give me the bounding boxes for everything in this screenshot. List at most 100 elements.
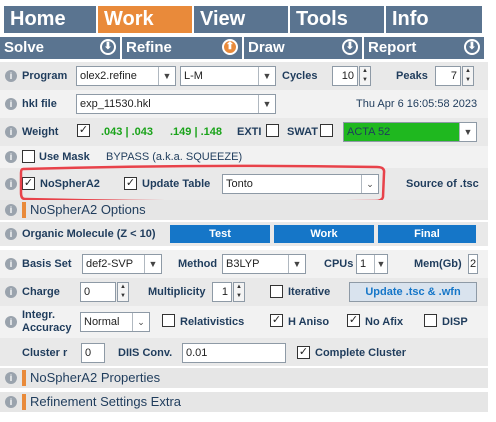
- disp-checkbox[interactable]: [424, 314, 437, 327]
- integration-row: i Integr. Accuracy Normal ⌄ Relativistics…: [0, 306, 488, 338]
- section-marker: [22, 370, 26, 386]
- info-icon[interactable]: i: [5, 286, 17, 298]
- organic-label: Organic Molecule (Z < 10): [22, 228, 156, 240]
- swat-checkbox[interactable]: [320, 124, 333, 137]
- hkl-date: Thu Apr 6 16:05:58 2023: [356, 98, 478, 110]
- expand-down-icon[interactable]: ⬇: [100, 39, 116, 55]
- multiplicity-input[interactable]: 1: [212, 282, 232, 302]
- info-icon[interactable]: i: [5, 204, 17, 216]
- work-button[interactable]: Work: [274, 225, 374, 243]
- exti-label: EXTI: [237, 126, 262, 138]
- h-aniso-checkbox[interactable]: ✓: [270, 314, 283, 327]
- info-icon[interactable]: i: [5, 98, 17, 110]
- basis-label: Basis Set: [22, 258, 72, 270]
- refinement-extra-title: Refinement Settings Extra: [30, 394, 182, 409]
- method-label: Method: [178, 258, 218, 270]
- diis-input[interactable]: 0.01: [182, 343, 286, 363]
- charge-input[interactable]: 0: [80, 282, 116, 302]
- relativistics-label: Relativistics: [180, 316, 245, 328]
- disp-label: DISP: [442, 316, 468, 328]
- info-icon[interactable]: i: [5, 126, 17, 138]
- accuracy-label: Accuracy: [22, 322, 72, 334]
- tab-tools[interactable]: Tools: [290, 6, 384, 33]
- info-icon[interactable]: i: [5, 316, 17, 328]
- weight-label: Weight: [22, 126, 59, 138]
- chevron-down-icon: ▼: [459, 123, 476, 141]
- use-mask-label: Use Mask: [39, 151, 90, 163]
- mem-label: Mem(Gb): [414, 258, 462, 270]
- hkl-label: hkl file: [22, 98, 57, 110]
- chevron-down-icon: ⌄: [132, 313, 149, 331]
- nosphera-options-header[interactable]: i NoSpherA2 Options: [0, 200, 488, 220]
- refinement-extra-header[interactable]: i Refinement Settings Extra: [0, 392, 488, 412]
- subtab-report-label: Report: [368, 39, 417, 56]
- acta-select[interactable]: ACTA 52 ▼: [343, 122, 477, 142]
- weight-current[interactable]: .043 | .043: [101, 126, 153, 138]
- cycles-stepper[interactable]: ▲ ▼: [359, 66, 371, 86]
- weight-checkbox[interactable]: ✓: [77, 124, 90, 137]
- nosphera-properties-header[interactable]: i NoSpherA2 Properties: [0, 368, 488, 388]
- hkl-row: i hkl file exp_11530.hkl ▼ Thu Apr 6 16:0…: [0, 90, 488, 118]
- swat-label: SWAT: [287, 126, 318, 138]
- nosphera-options-title: NoSpherA2 Options: [30, 202, 146, 217]
- basis-row: i Basis Set def2-SVP ▼ Method B3LYP ▼ CPUs…: [0, 250, 488, 278]
- expand-down-icon[interactable]: ⬇: [464, 39, 480, 55]
- no-afix-checkbox[interactable]: ✓: [347, 314, 360, 327]
- method-select[interactable]: L-M ▼: [180, 66, 276, 86]
- subtab-draw[interactable]: Draw ⬇: [244, 37, 362, 59]
- use-mask-checkbox[interactable]: [22, 150, 35, 163]
- tab-info[interactable]: Info: [386, 6, 482, 33]
- hkl-file-select[interactable]: exp_11530.hkl ▼: [76, 94, 276, 114]
- final-button[interactable]: Final: [378, 225, 476, 243]
- accuracy-select[interactable]: Normal ⌄: [80, 312, 150, 332]
- info-icon[interactable]: i: [5, 396, 17, 408]
- subtab-draw-label: Draw: [248, 39, 285, 56]
- cpus-select[interactable]: 1 ▼: [356, 254, 388, 274]
- multiplicity-label: Multiplicity: [148, 286, 206, 298]
- cycles-label: Cycles: [282, 70, 318, 82]
- tab-view[interactable]: View: [194, 6, 288, 33]
- multiplicity-stepper[interactable]: ▲ ▼: [233, 282, 245, 302]
- integr-label: Integr.: [22, 309, 56, 321]
- subtab-refine-label: Refine: [126, 39, 172, 56]
- exti-checkbox[interactable]: [266, 124, 279, 137]
- iterative-checkbox[interactable]: [270, 285, 283, 298]
- info-icon[interactable]: i: [5, 228, 17, 240]
- chevron-down-icon: ▼: [158, 67, 175, 85]
- cluster-radius-input[interactable]: 0: [81, 343, 105, 363]
- weight-suggested[interactable]: .149 | .148: [170, 126, 222, 138]
- info-icon[interactable]: i: [5, 178, 17, 190]
- complete-cluster-label: Complete Cluster: [315, 347, 407, 359]
- info-icon[interactable]: i: [5, 151, 17, 163]
- info-icon[interactable]: i: [5, 372, 17, 384]
- info-icon[interactable]: i: [5, 258, 17, 270]
- charge-stepper[interactable]: ▲ ▼: [117, 282, 129, 302]
- subtab-refine[interactable]: Refine ⬆: [122, 37, 242, 59]
- update-tsc-button[interactable]: Update .tsc & .wfn: [349, 282, 477, 302]
- subtab-report[interactable]: Report ⬇: [364, 37, 484, 59]
- mem-input[interactable]: 2: [468, 254, 478, 274]
- subtab-solve[interactable]: Solve ⬇: [0, 37, 120, 59]
- diis-label: DIIS Conv.: [118, 347, 173, 359]
- iterative-label: Iterative: [288, 286, 331, 298]
- peaks-stepper[interactable]: ▲ ▼: [462, 66, 474, 86]
- complete-cluster-checkbox[interactable]: ✓: [297, 346, 310, 359]
- test-button[interactable]: Test: [170, 225, 270, 243]
- cycles-input[interactable]: 10: [332, 66, 358, 86]
- chevron-down-icon: ▼: [288, 255, 305, 273]
- expand-down-icon[interactable]: ⬇: [342, 39, 358, 55]
- peaks-label: Peaks: [396, 70, 428, 82]
- weight-row: i Weight ✓ .043 | .043 .149 | .148 EXTI …: [0, 118, 488, 146]
- tab-work[interactable]: Work: [98, 6, 192, 33]
- info-icon[interactable]: i: [5, 70, 17, 82]
- tab-home[interactable]: Home: [4, 6, 96, 33]
- expand-up-icon[interactable]: ⬆: [222, 39, 238, 55]
- peaks-input[interactable]: 7: [435, 66, 461, 86]
- relativistics-checkbox[interactable]: [162, 314, 175, 327]
- program-select[interactable]: olex2.refine ▼: [76, 66, 176, 86]
- organic-row: i Organic Molecule (Z < 10) Test Work Fi…: [0, 222, 488, 246]
- dft-method-select[interactable]: B3LYP ▼: [222, 254, 306, 274]
- chevron-down-icon: ▼: [258, 95, 275, 113]
- cluster-row: Cluster r 0 DIIS Conv. 0.01 ✓ Complete C…: [0, 338, 488, 366]
- basis-select[interactable]: def2-SVP ▼: [82, 254, 162, 274]
